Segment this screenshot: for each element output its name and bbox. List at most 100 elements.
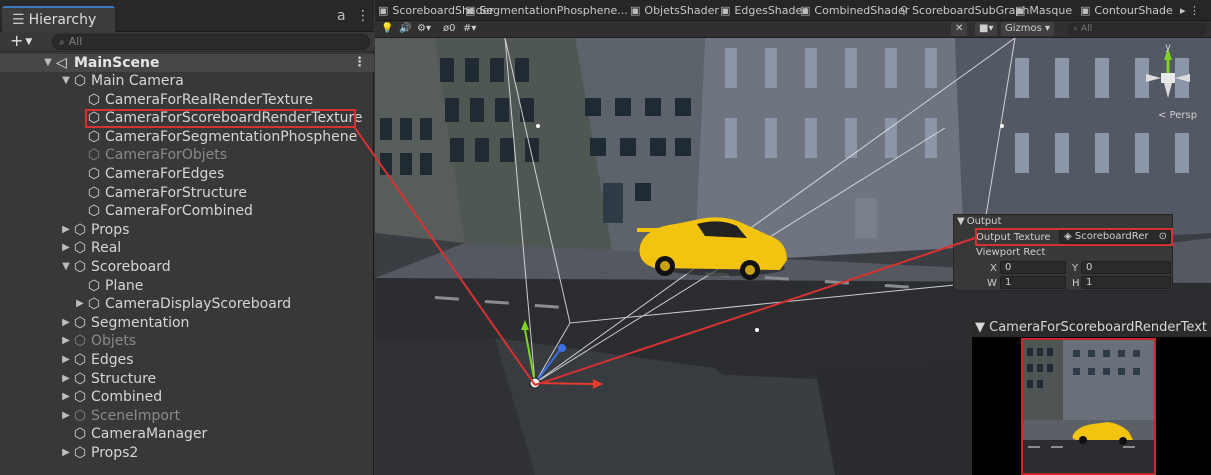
w-field[interactable]: 1 <box>1000 276 1066 289</box>
gameobject-icon: ⬡ <box>73 426 87 443</box>
x-label: X <box>990 263 997 274</box>
hierarchy-item[interactable]: ⬡ CameraForScoreboardRenderTexture <box>0 109 374 128</box>
gameobject-icon: ⬡ <box>73 240 87 257</box>
gameobject-icon: ⬡ <box>87 296 101 313</box>
hierarchy-item[interactable]: ▶ ⬡ Props2 <box>0 444 374 463</box>
hierarchy-item[interactable]: ⬡ CameraForStructure <box>0 184 374 203</box>
scene-toolbar: 💡 🔊 ⚙▾ ø0 #▾ ✕ ■▾ Gizmos ▾ ⌕ All <box>375 21 1211 38</box>
hierarchy-item-label: Edges <box>91 351 134 368</box>
hierarchy-item[interactable]: ▶ ⬡ CameraDisplayScoreboard <box>0 295 374 314</box>
camera-settings-icon[interactable]: ■▾ <box>975 22 998 36</box>
collapsed-arrow-icon[interactable]: ▶ <box>60 221 72 239</box>
scene-tab[interactable]: ▣ SegmentationPhosphene... <box>465 3 628 18</box>
collapsed-arrow-icon[interactable]: ▶ <box>60 444 72 462</box>
collapsed-arrow-icon[interactable]: ▶ <box>60 407 72 425</box>
add-object-button[interactable]: + ▼ <box>10 32 32 51</box>
lock-icon[interactable]: a <box>337 8 346 24</box>
x-field[interactable]: 0 <box>1000 261 1066 274</box>
output-header-label: Output <box>966 216 1002 227</box>
hierarchy-item-label: CameraForScoreboardRenderTexture <box>105 110 363 127</box>
scene-viewport[interactable]: y < Persp ▼ Output Output Texture ◈ Score… <box>375 38 1211 475</box>
hierarchy-item[interactable]: ⬡ CameraForRealRenderTexture <box>0 91 374 110</box>
hierarchy-item[interactable]: ▶ ⬡ Segmentation <box>0 314 374 333</box>
gameobject-icon: ⬡ <box>73 258 87 275</box>
expand-arrow-icon[interactable]: ▼ <box>60 258 72 276</box>
hierarchy-item[interactable]: ▶ ⬡ Structure <box>0 370 374 389</box>
scene-tab[interactable]: ⚲ ScoreboardSubGraph <box>900 3 1029 18</box>
scene-tab[interactable]: ▣ Masque <box>1015 3 1072 18</box>
hierarchy-tabbar: ☰ Hierarchy a ⋮ <box>0 0 374 32</box>
tab-menu-icon[interactable]: ⋮ <box>356 8 370 24</box>
hierarchy-item[interactable]: ⬡ Plane <box>0 277 374 296</box>
grid-toggle-icon[interactable]: #▾ <box>463 22 476 36</box>
hierarchy-item-label: Segmentation <box>91 314 190 331</box>
collapsed-arrow-icon[interactable]: ▶ <box>74 295 86 313</box>
hierarchy-item[interactable]: ⬡ CameraForObjets <box>0 146 374 165</box>
tab-overflow-icon[interactable]: ▸ ⋮ <box>1180 3 1200 18</box>
hierarchy-item[interactable]: ▶ ⬡ SceneImport <box>0 407 374 426</box>
output-header[interactable]: ▼ Output <box>954 215 1172 228</box>
object-picker-icon[interactable]: ⊙ <box>1159 231 1167 243</box>
y-field[interactable]: 0 <box>1081 261 1171 274</box>
hierarchy-item[interactable]: ⬡ CameraForCombined <box>0 202 374 221</box>
scene-tab[interactable]: ▣ EdgesShader <box>720 3 807 18</box>
hierarchy-item[interactable]: ▼ ⬡ Main Camera <box>0 72 374 91</box>
effects-icon[interactable]: ⚙▾ <box>417 22 431 36</box>
scene-row[interactable]: ▼ ◁ MainScene ⋮ <box>0 54 374 72</box>
add-label: + <box>10 31 24 50</box>
scene-tab[interactable]: ▣ CombinedShader <box>800 3 909 18</box>
h-field[interactable]: 1 <box>1081 276 1171 289</box>
collapsed-arrow-icon[interactable]: ▶ <box>60 332 72 350</box>
hierarchy-item[interactable]: ▶ ⬡ Real <box>0 239 374 258</box>
hierarchy-item[interactable]: ▶ ⬡ Edges <box>0 351 374 370</box>
hidden-objects-count[interactable]: ø0 <box>443 22 456 36</box>
output-texture-field[interactable]: ◈ ScoreboardRer ⊙ <box>1059 230 1171 244</box>
collapsed-arrow-icon[interactable]: ▶ <box>60 388 72 406</box>
collapsed-arrow-icon[interactable]: ▶ <box>60 351 72 369</box>
audio-toggle-icon[interactable]: 🔊 <box>399 22 411 36</box>
tree-items: ▼ ⬡ Main Camera ⬡ CameraForRealRenderTexture… <box>0 72 374 462</box>
unity-scene-icon: ◁ <box>56 55 67 71</box>
camera-output-panel: ▼ Output Output Texture ◈ ScoreboardRer ⊙ … <box>953 214 1173 291</box>
hierarchy-item[interactable]: ▶ ⬡ Props <box>0 221 374 240</box>
hierarchy-item[interactable]: ▶ ⬡ Objets <box>0 332 374 351</box>
hierarchy-item-label: Plane <box>105 277 144 294</box>
gizmos-button[interactable]: Gizmos ▾ <box>1001 22 1055 36</box>
hierarchy-item[interactable]: ⬡ CameraManager <box>0 425 374 444</box>
scene-tab[interactable]: ▣ ObjetsShader <box>630 3 719 18</box>
hierarchy-item-label: CameraForStructure <box>105 184 247 201</box>
scene-tab-label: ContourShade <box>1094 4 1173 17</box>
hierarchy-item-label: Props2 <box>91 444 139 461</box>
scene-search-placeholder: All <box>1080 24 1093 34</box>
lighting-toggle-icon[interactable]: 💡 <box>381 22 393 36</box>
scene-menu-icon[interactable]: ⋮ <box>353 54 366 72</box>
viewport-rect-label: Viewport Rect <box>976 247 1046 258</box>
expand-arrow-icon[interactable]: ▼ <box>42 54 54 72</box>
hierarchy-tab[interactable]: ☰ Hierarchy <box>2 6 115 32</box>
collapsed-arrow-icon[interactable]: ▶ <box>60 314 72 332</box>
scene-view-panel: ▣ ScoreboardShader ▣ SegmentationPhosphene.… <box>375 0 1211 475</box>
hierarchy-item[interactable]: ⬡ CameraForEdges <box>0 165 374 184</box>
scene-tabbar: ▣ ScoreboardShader ▣ SegmentationPhosphene.… <box>375 0 1211 21</box>
hierarchy-item[interactable]: ⬡ CameraForSegmentationPhosphene <box>0 128 374 147</box>
tools-icon[interactable]: ✕ <box>951 22 968 36</box>
hierarchy-item-label: Real <box>91 240 122 257</box>
expand-arrow-icon[interactable]: ▼ <box>60 72 72 90</box>
scene-search-input[interactable]: ⌕ All <box>1067 23 1207 36</box>
collapsed-arrow-icon[interactable]: ▶ <box>60 370 72 388</box>
hierarchy-search-input[interactable]: ⌕ All <box>52 34 370 50</box>
camera-preview-header[interactable]: ▼ CameraForScoreboardRenderText <box>972 318 1211 337</box>
hierarchy-item[interactable]: ▶ ⬡ Combined <box>0 388 374 407</box>
hierarchy-item[interactable]: ▼ ⬡ Scoreboard <box>0 258 374 277</box>
camera-preview-image <box>1021 338 1156 475</box>
hierarchy-toolbar: + ▼ ⌕ All <box>0 32 374 52</box>
collapsed-arrow-icon[interactable]: ▶ <box>60 239 72 257</box>
list-icon: ☰ <box>12 12 25 28</box>
gizmos-label: Gizmos <box>1005 23 1042 34</box>
scene-name: MainScene <box>74 55 160 71</box>
persp-label[interactable]: < Persp <box>1158 110 1197 121</box>
gameobject-icon: ⬡ <box>73 389 87 406</box>
scene-tab[interactable]: ▣ ContourShade <box>1080 3 1173 18</box>
gameobject-icon: ⬡ <box>87 110 101 127</box>
shader-icon: ▣ <box>1080 4 1091 17</box>
